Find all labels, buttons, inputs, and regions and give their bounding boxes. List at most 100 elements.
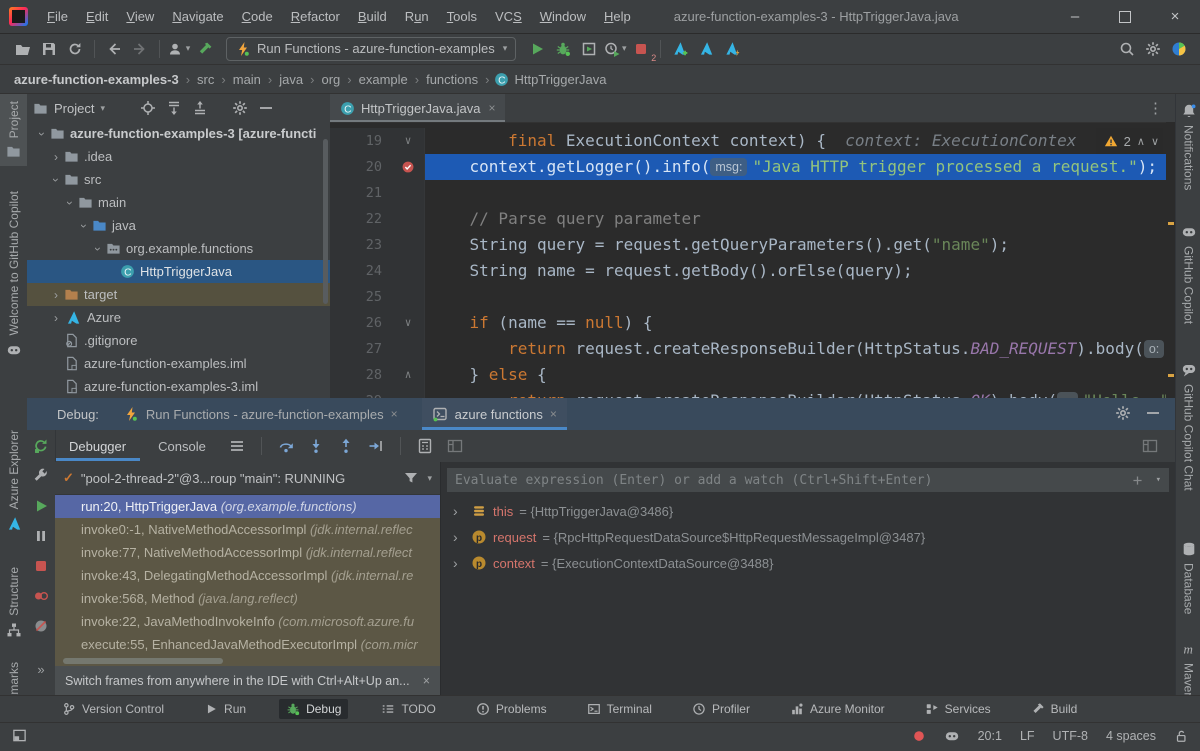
code-line[interactable]: 28∧ } else { [330, 362, 1175, 388]
debug-session-tab[interactable]: azure functions× [422, 398, 567, 430]
mute-breakpoints-button[interactable] [33, 618, 49, 634]
plugin-button[interactable] [1166, 37, 1192, 61]
sync-button[interactable] [62, 37, 88, 61]
tree-item[interactable]: ›azure-function-examples-3 [azure-functi [27, 122, 330, 145]
stack-frame-row[interactable]: invoke:43, DelegatingMethodAccessorImpl … [55, 564, 440, 587]
open-project-button[interactable] [10, 37, 36, 61]
sidebar-tab-database[interactable]: Database [1176, 534, 1200, 621]
tree-item[interactable]: azure-function-examples-3.iml [27, 375, 330, 398]
status-item[interactable]: UTF-8 [1053, 729, 1088, 743]
rerun-button[interactable] [33, 438, 49, 454]
sidebar-tab-github-copilot[interactable]: GitHub Copilot [1176, 217, 1200, 331]
step-into-button[interactable] [303, 433, 329, 459]
sidebar-tab-structure[interactable]: Structure [0, 560, 27, 645]
run-button[interactable] [524, 37, 550, 61]
tree-item[interactable]: ›java [27, 214, 330, 237]
tree-item[interactable]: ›Azure [27, 306, 330, 329]
tree-chevron-icon[interactable]: › [49, 150, 63, 164]
toolwindow-button-services[interactable]: Services [918, 699, 998, 719]
code-line[interactable]: 25 [330, 284, 1175, 310]
toolwindow-button-todo[interactable]: TODO [374, 699, 442, 719]
tree-chevron-icon[interactable]: › [77, 219, 91, 233]
tree-chevron-icon[interactable]: › [453, 555, 465, 571]
stop-button[interactable]: 2 [628, 37, 654, 61]
menu-window[interactable]: Window [531, 9, 595, 24]
step-out-button[interactable] [333, 433, 359, 459]
tree-item[interactable]: ›src [27, 168, 330, 191]
coverage-button[interactable] [576, 37, 602, 61]
tree-chevron-icon[interactable]: › [49, 173, 63, 187]
more-actions-button[interactable]: » [37, 662, 44, 677]
breadcrumb-item-file[interactable]: CHttpTriggerJava [494, 72, 606, 87]
toolwindow-button-problems[interactable]: Problems [469, 699, 554, 719]
pause-button[interactable] [33, 528, 49, 544]
tree-item[interactable]: ›org.example.functions [27, 237, 330, 260]
frames-scrollbar[interactable] [63, 658, 223, 664]
collapse-all-button[interactable] [189, 97, 211, 119]
azure-button[interactable] [693, 37, 719, 61]
editor[interactable]: C HttpTriggerJava.java × ⋮ 19∨ final Exe… [330, 94, 1175, 398]
stack-frame-row[interactable]: invoke:22, JavaMethodInvokeInfo (com.mic… [55, 610, 440, 633]
save-button[interactable] [36, 37, 62, 61]
step-over-button[interactable] [273, 433, 299, 459]
menu-help[interactable]: Help [595, 9, 640, 24]
profiler-button[interactable]: ▾ [602, 37, 628, 61]
build-button[interactable] [192, 37, 218, 61]
sidebar-tab-github-copilot-chat[interactable]: GitHub Copilot Chat [1176, 355, 1200, 498]
editor-error-stripe[interactable] [1166, 122, 1175, 398]
tree-chevron-icon[interactable]: › [49, 288, 63, 302]
fold-marker-icon[interactable]: ∧ [392, 362, 425, 388]
project-scrollbar[interactable] [323, 139, 328, 304]
sidebar-tab-welcome-to-github-copilot[interactable]: Welcome to GitHub Copilot [0, 184, 27, 365]
stack-frame-row[interactable]: run:20, HttpTriggerJava (org.example.fun… [55, 495, 440, 518]
menu-view[interactable]: View [117, 9, 163, 24]
breadcrumb-item[interactable]: java [277, 72, 305, 87]
copilot-status-icon[interactable] [944, 728, 960, 744]
lock-open-icon[interactable] [1174, 729, 1188, 743]
menu-button[interactable] [224, 433, 250, 459]
menu-refactor[interactable]: Refactor [282, 9, 349, 24]
tree-chevron-icon[interactable]: › [49, 311, 63, 325]
settings-wrench-button[interactable] [33, 468, 49, 484]
menu-file[interactable]: File [38, 9, 77, 24]
tree-chevron-icon[interactable]: › [91, 242, 105, 256]
locate-button[interactable] [137, 97, 159, 119]
restore-layout-button[interactable] [442, 433, 468, 459]
tree-item[interactable]: ›main [27, 191, 330, 214]
toolwindow-button-build[interactable]: Build [1024, 699, 1085, 719]
restore-layout-button[interactable] [1137, 433, 1163, 459]
sidebar-tab-azure-explorer[interactable]: Azure Explorer [0, 423, 27, 540]
variable-row[interactable]: ›prequest= {RpcHttpRequestDataSource$Htt… [441, 524, 1175, 550]
resume-button[interactable] [33, 498, 49, 514]
tree-chevron-icon[interactable]: › [453, 529, 465, 545]
code-line[interactable]: 21 [330, 180, 1175, 206]
debug-button[interactable] [550, 37, 576, 61]
code-area[interactable]: 19∨ final ExecutionContext context) { co… [330, 123, 1175, 398]
menu-vcs[interactable]: VCS [486, 9, 531, 24]
toolwindow-button-azure-monitor[interactable]: Azure Monitor [783, 699, 892, 719]
minimize-button[interactable]: – [1050, 0, 1100, 33]
hint-close-icon[interactable]: × [423, 674, 430, 688]
toolwindow-button-run[interactable]: Run [197, 699, 253, 719]
code-line[interactable]: 23 String query = request.getQueryParame… [330, 232, 1175, 258]
record-indicator[interactable] [912, 729, 926, 743]
toolwindow-button-terminal[interactable]: Terminal [580, 699, 659, 719]
menu-navigate[interactable]: Navigate [163, 9, 232, 24]
view-breakpoints-button[interactable] [33, 588, 49, 604]
tree-chevron-icon[interactable]: › [453, 503, 465, 519]
code-line[interactable]: 19∨ final ExecutionContext context) { co… [330, 128, 1175, 154]
prev-warning-icon[interactable]: ∧ [1137, 135, 1145, 148]
menu-run[interactable]: Run [396, 9, 438, 24]
breakpoint-icon[interactable] [392, 154, 425, 180]
fold-marker-icon[interactable]: ∨ [392, 128, 425, 154]
settings-button[interactable] [229, 97, 251, 119]
code-line[interactable]: 22 // Parse query parameter [330, 206, 1175, 232]
status-item[interactable]: 4 spaces [1106, 729, 1156, 743]
stack-frame-row[interactable]: invoke0:-1, NativeMethodAccessorImpl (jd… [55, 518, 440, 541]
breadcrumb-item[interactable]: org [319, 72, 342, 87]
code-line[interactable]: 24 String name = request.getBody().orEls… [330, 258, 1175, 284]
thread-selector[interactable]: ✓ "pool-2-thread-2"@3...roup "main": RUN… [55, 462, 440, 495]
status-item[interactable]: LF [1020, 729, 1035, 743]
close-tab-icon[interactable]: × [550, 407, 557, 421]
debug-settings-button[interactable] [1115, 405, 1131, 424]
